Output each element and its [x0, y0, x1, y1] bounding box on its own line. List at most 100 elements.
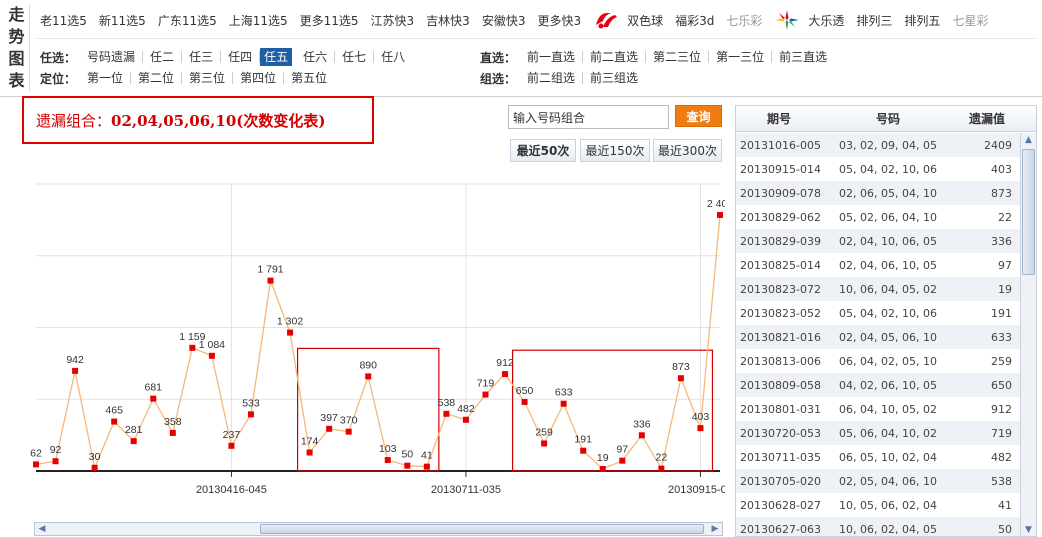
dingwei-item[interactable]: 第四位 — [233, 72, 285, 84]
lottery-link[interactable]: 老11选5 — [40, 12, 87, 29]
table-row[interactable]: 20130720-053 05, 06, 04, 10, 02 719 — [736, 421, 1020, 445]
table-row[interactable]: 20130821-016 02, 04, 05, 06, 10 633 — [736, 325, 1020, 349]
data-point — [326, 425, 333, 432]
data-point — [462, 416, 469, 423]
lottery-link[interactable]: 七星彩 — [952, 12, 988, 29]
renxuan-item[interactable]: 任四 — [221, 51, 261, 63]
dingwei-item[interactable]: 第三位 — [182, 72, 234, 84]
miss-cell: 191 — [991, 306, 1012, 320]
table-row[interactable]: 20130823-072 10, 06, 04, 05, 02 19 — [736, 277, 1020, 301]
zuxuan-nav: 组选： 前二组选 前三组选 — [480, 68, 645, 88]
data-point — [91, 464, 98, 471]
lottery-link[interactable]: 吉林快3 — [426, 12, 470, 29]
scroll-right-icon[interactable]: ▶ — [708, 523, 722, 535]
table-row[interactable]: 20130711-035 06, 05, 10, 02, 04 482 — [736, 445, 1020, 469]
miss-cell: 259 — [991, 354, 1012, 368]
x-tick-label: 20130416-045 — [196, 484, 267, 496]
header-miss: 遗漏值 — [968, 112, 1005, 126]
lottery-link[interactable]: 双色球 — [627, 12, 663, 29]
table-row[interactable]: 20130823-052 05, 04, 02, 10, 06 191 — [736, 301, 1020, 325]
lottery-link[interactable]: 大乐透 — [808, 12, 844, 29]
lottery-link[interactable]: 排列五 — [904, 12, 940, 29]
table-vertical-scrollbar[interactable]: ▲ ▼ — [1020, 133, 1036, 536]
lottery-link[interactable]: 更多快3 — [537, 12, 581, 29]
data-label: 890 — [359, 359, 377, 371]
scroll-up-icon[interactable]: ▲ — [1021, 133, 1036, 147]
renxuan-item[interactable]: 任二 — [143, 51, 183, 63]
renxuan-item[interactable]: 号码遗漏 — [80, 51, 144, 63]
lottery-link[interactable]: 排列三 — [856, 12, 892, 29]
table-row[interactable]: 20130915-014 05, 04, 02, 10, 06 403 — [736, 157, 1020, 181]
scroll-down-icon[interactable]: ▼ — [1021, 523, 1036, 536]
miss-cell: 22 — [998, 210, 1012, 224]
code-cell: 04, 02, 06, 10, 05 — [839, 378, 937, 392]
table-row[interactable]: 20130829-062 05, 02, 06, 04, 10 22 — [736, 205, 1020, 229]
lottery-link[interactable]: 上海11选5 — [229, 12, 288, 29]
table-row[interactable]: 20130801-031 06, 04, 10, 05, 02 912 — [736, 397, 1020, 421]
table-row[interactable]: 20130825-014 02, 04, 06, 10, 05 97 — [736, 253, 1020, 277]
renxuan-item[interactable]: 任八 — [374, 51, 412, 63]
table-row[interactable]: 20130627-063 10, 06, 02, 04, 05 50 — [736, 517, 1020, 536]
table-row[interactable]: 20130628-027 10, 05, 06, 02, 04 41 — [736, 493, 1020, 517]
data-point — [404, 462, 411, 469]
chart-horizontal-scrollbar[interactable]: ◀ ▶ — [34, 522, 723, 536]
range-50-button[interactable]: 最近50次 — [510, 139, 576, 162]
data-label: 403 — [692, 411, 710, 423]
table-row[interactable]: 20130829-039 02, 04, 10, 06, 05 336 — [736, 229, 1020, 253]
dingwei-item[interactable]: 第五位 — [284, 72, 334, 84]
data-label: 1 302 — [277, 316, 303, 328]
period-cell: 20130823-052 — [740, 306, 821, 320]
combination-search-input[interactable] — [508, 105, 669, 129]
table-row[interactable]: 20130809-058 04, 02, 06, 10, 05 650 — [736, 373, 1020, 397]
zhixuan-heading: 直选： — [480, 50, 517, 65]
data-point — [443, 410, 450, 417]
lottery-link[interactable]: 新11选5 — [99, 12, 146, 29]
data-point — [717, 211, 723, 218]
data-point — [580, 447, 587, 454]
miss-cell: 538 — [991, 474, 1012, 488]
lottery-link[interactable]: 更多11选5 — [300, 12, 359, 29]
dingwei-item[interactable]: 第二位 — [131, 72, 183, 84]
lottery-link[interactable]: 广东11选5 — [158, 12, 217, 29]
data-label: 281 — [125, 424, 143, 436]
table-row[interactable]: 20130909-078 02, 06, 05, 04, 10 873 — [736, 181, 1020, 205]
data-label: 30 — [89, 451, 101, 463]
table-row[interactable]: 20130813-006 06, 04, 02, 05, 10 259 — [736, 349, 1020, 373]
renxuan-item[interactable]: 任七 — [335, 51, 375, 63]
header-period: 期号 — [766, 112, 791, 126]
scroll-thumb[interactable] — [1022, 149, 1035, 275]
lottery-link[interactable]: 福彩3d — [675, 12, 714, 29]
code-cell: 02, 05, 04, 06, 10 — [839, 474, 937, 488]
query-button[interactable]: 查询 — [675, 105, 722, 127]
data-point — [384, 457, 391, 464]
title-label: 遗漏组合： — [36, 111, 112, 130]
scroll-thumb[interactable] — [260, 524, 704, 534]
data-label: 482 — [457, 403, 475, 415]
renxuan-item[interactable]: 任三 — [182, 51, 222, 63]
range-150-button[interactable]: 最近150次 — [580, 139, 650, 162]
miss-cell: 336 — [991, 234, 1012, 248]
data-label: 259 — [535, 426, 553, 438]
zhixuan-item[interactable]: 前一直选 — [520, 51, 584, 63]
x-tick-label: 20130711-035 — [431, 484, 501, 496]
table-row[interactable]: 20131016-005 03, 02, 09, 04, 05 2409 — [736, 133, 1020, 157]
dingwei-item[interactable]: 第一位 — [80, 72, 132, 84]
zhixuan-item[interactable]: 前三直选 — [772, 51, 834, 63]
range-300-button[interactable]: 最近300次 — [653, 139, 722, 162]
table-row[interactable]: 20130705-020 02, 05, 04, 06, 10 538 — [736, 469, 1020, 493]
renxuan-item-active[interactable]: 任五 — [260, 48, 293, 66]
zhixuan-item[interactable]: 第二三位 — [646, 51, 710, 63]
zuxuan-item[interactable]: 前三组选 — [583, 72, 645, 84]
combination-title-box: 遗漏组合： 02,04,05,06,10(次数变化表) — [22, 96, 374, 144]
data-point — [677, 375, 684, 382]
lottery-link[interactable]: 江苏快3 — [371, 12, 415, 29]
lottery-link[interactable]: 七乐彩 — [726, 12, 762, 29]
lottery-link[interactable]: 安徽快3 — [482, 12, 526, 29]
scroll-left-icon[interactable]: ◀ — [35, 523, 49, 535]
zhixuan-item[interactable]: 第一三位 — [709, 51, 773, 63]
renxuan-item[interactable]: 任六 — [296, 51, 336, 63]
zuxuan-item[interactable]: 前二组选 — [520, 72, 584, 84]
zhixuan-item[interactable]: 前二直选 — [583, 51, 647, 63]
chart-svg: 20130416-045 20130711-035 20130915-01 62 92 9… — [30, 183, 725, 496]
x-tick-label: 20130915-01 — [668, 484, 725, 496]
